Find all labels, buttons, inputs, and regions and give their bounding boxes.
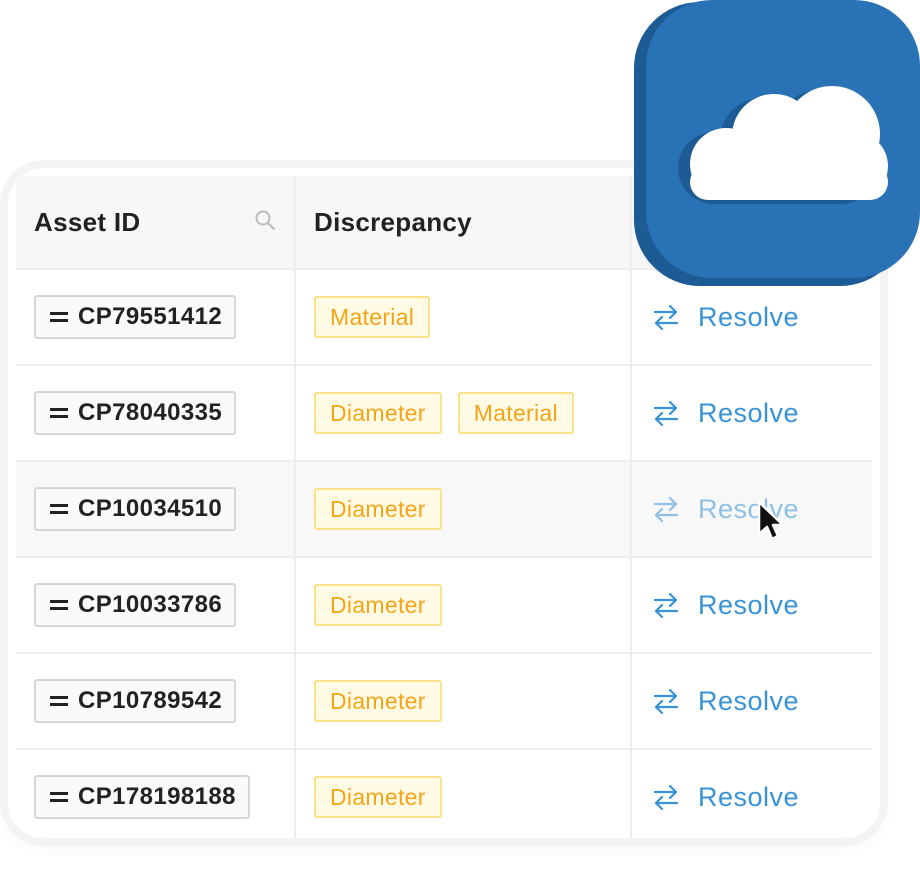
table-row: CP78040335 Diameter Material Resolve [16, 366, 872, 462]
resolve-button[interactable]: Resolve [652, 686, 799, 717]
discrepancy-tag: Diameter [314, 584, 442, 626]
header-discrepancy: Discrepancy [298, 176, 632, 268]
drag-handle-icon[interactable] [50, 695, 68, 707]
asset-id-cell: CP10033786 [16, 558, 296, 652]
search-icon[interactable] [254, 209, 276, 231]
drag-handle-icon[interactable] [50, 599, 68, 611]
cloud-icon [634, 0, 920, 286]
drag-handle-icon[interactable] [50, 791, 68, 803]
swap-arrows-icon [653, 688, 679, 714]
swap-arrows-icon [653, 784, 679, 810]
discrepancy-cell: Diameter [298, 558, 632, 652]
asset-id-text: CP79551412 [78, 303, 223, 330]
resolve-label: Resolve [698, 589, 800, 620]
action-cell: Resolve [634, 558, 872, 652]
asset-id-cell: CP10789542 [16, 654, 296, 748]
asset-id-cell: CP178198188 [16, 750, 296, 838]
discrepancy-tag: Material [314, 296, 431, 338]
resolve-button[interactable]: Resolve [652, 398, 799, 429]
drag-handle-icon[interactable] [50, 407, 68, 419]
drag-handle-icon[interactable] [50, 503, 68, 515]
swap-arrows-icon [653, 400, 679, 426]
asset-id-pill[interactable]: CP79551412 [34, 295, 237, 339]
discrepancy-tag: Material [457, 392, 574, 434]
discrepancy-cell: Diameter [298, 654, 632, 748]
asset-id-text: CP178198188 [78, 783, 236, 810]
resolve-button[interactable]: Resolve [652, 590, 799, 621]
resolve-button[interactable]: Resolve [652, 782, 799, 813]
discrepancy-cell: Diameter Material [298, 366, 632, 460]
swap-arrows-icon [653, 592, 679, 618]
action-cell: Resolve [634, 750, 872, 838]
resolve-label: Resolve [698, 685, 800, 716]
table-row: CP10033786 Diameter Resolve [16, 558, 872, 654]
table-row: CP10789542 Diameter Resolve [16, 654, 872, 750]
asset-id-text: CP78040335 [78, 399, 223, 426]
discrepancy-cell: Diameter [298, 462, 632, 556]
header-asset-id: Asset ID [16, 176, 296, 268]
asset-id-text: CP10034510 [78, 495, 223, 522]
resolve-label: Resolve [698, 781, 800, 812]
resolve-button[interactable]: Resolve [652, 302, 799, 333]
action-cell: Resolve [634, 654, 872, 748]
resolve-label: Resolve [698, 397, 800, 428]
action-cell: Resolve [634, 366, 872, 460]
asset-id-pill[interactable]: CP10034510 [34, 487, 237, 531]
discrepancy-cell: Diameter [298, 750, 632, 838]
asset-id-pill[interactable]: CP178198188 [34, 775, 250, 819]
discrepancy-tag: Diameter [314, 488, 442, 530]
asset-id-cell: CP79551412 [16, 270, 296, 364]
discrepancy-tag: Diameter [314, 680, 442, 722]
asset-id-pill[interactable]: CP10033786 [34, 583, 237, 627]
header-discrepancy-label: Discrepancy [314, 206, 472, 237]
header-asset-id-label: Asset ID [34, 206, 141, 237]
swap-arrows-icon [653, 496, 679, 522]
table-row: CP178198188 Diameter Resolve [16, 750, 872, 838]
action-cell: Resolve [634, 462, 872, 556]
asset-id-pill[interactable]: CP10789542 [34, 679, 237, 723]
discrepancy-cell: Material [298, 270, 632, 364]
asset-id-pill[interactable]: CP78040335 [34, 391, 237, 435]
mouse-cursor-icon [757, 500, 785, 541]
asset-id-text: CP10789542 [78, 687, 223, 714]
swap-arrows-icon [653, 304, 679, 330]
table-body: CP79551412 Material Resolve CP78040335 Diame… [16, 270, 872, 838]
drag-handle-icon[interactable] [50, 311, 68, 323]
discrepancy-tag: Diameter [314, 776, 442, 818]
discrepancy-tag: Diameter [314, 392, 442, 434]
asset-id-text: CP10033786 [78, 591, 223, 618]
asset-id-cell: CP10034510 [16, 462, 296, 556]
asset-id-cell: CP78040335 [16, 366, 296, 460]
resolve-label: Resolve [698, 301, 800, 332]
table-row: CP10034510 Diameter Resolve [16, 462, 872, 558]
